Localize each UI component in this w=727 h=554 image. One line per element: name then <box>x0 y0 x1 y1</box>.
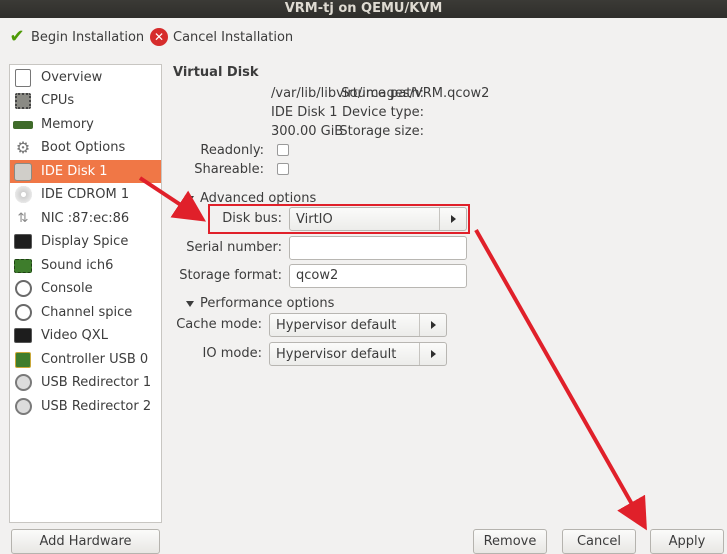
arrow-to-apply <box>474 229 647 531</box>
arrow-to-disk-bus <box>138 176 207 222</box>
annotation-arrows <box>138 176 647 531</box>
